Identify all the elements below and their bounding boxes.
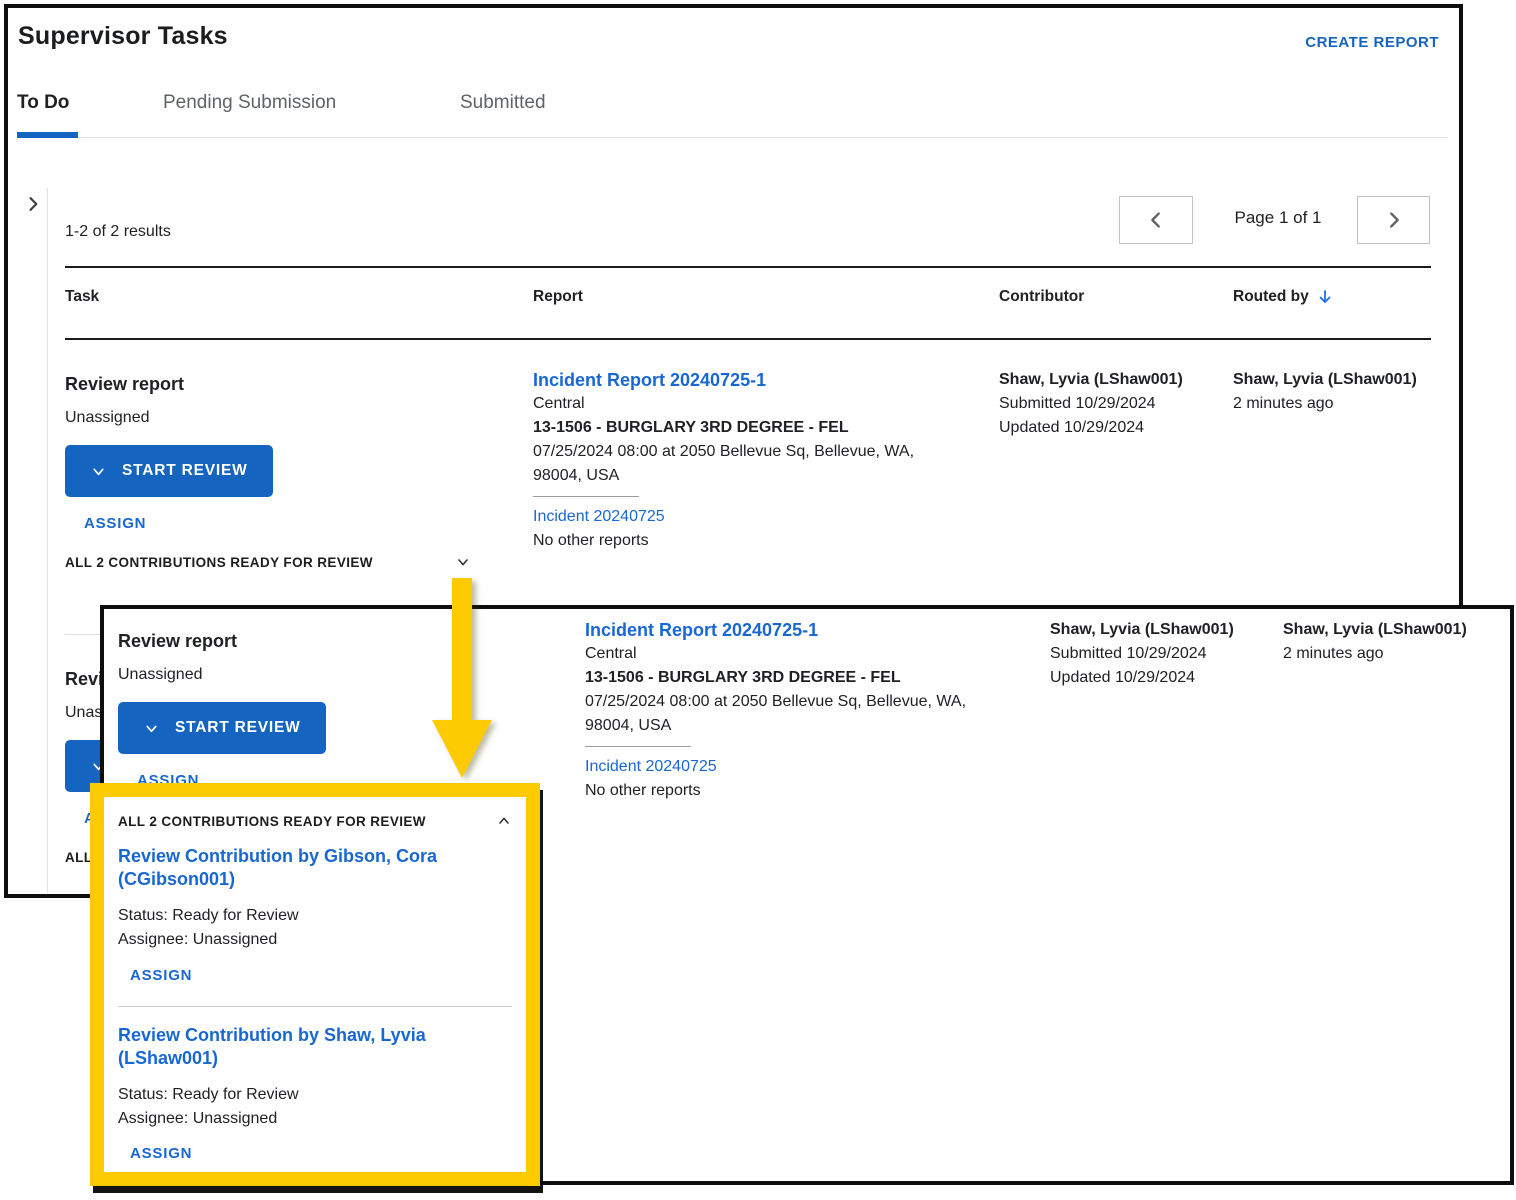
report-other: No other reports	[585, 779, 985, 803]
report-when-where: 07/25/2024 08:00 at 2050 Bellevue Sq, Be…	[533, 440, 933, 488]
chevron-right-icon	[1383, 209, 1405, 231]
routed-by-cell: Shaw, Lyvia (LShaw001) 2 minutes ago	[1233, 368, 1463, 416]
contributions-toggle-label: ALL 2 CONTRIBUTIONS READY FOR REVIEW	[65, 555, 373, 570]
report-title-link[interactable]: Incident Report 20240725-1	[533, 368, 766, 392]
assign-link[interactable]: ASSIGN	[130, 1145, 192, 1162]
contributions-panel: ALL 2 CONTRIBUTIONS READY FOR REVIEW Rev…	[104, 797, 526, 1172]
contribution-status: Status: Ready for Review	[118, 1083, 512, 1107]
incident-link[interactable]: Incident 20240725	[585, 755, 717, 779]
assign-link[interactable]: ASSIGN	[130, 967, 192, 984]
contributor-name: Shaw, Lyvia (LShaw001)	[1050, 618, 1280, 642]
tabs-divider	[17, 137, 1448, 138]
previous-page-button[interactable]	[1119, 196, 1193, 244]
contribution-assignee: Assignee: Unassigned	[118, 1107, 512, 1131]
contributor-submitted: Submitted 10/29/2024	[1050, 642, 1280, 666]
tab-submitted[interactable]: Submitted	[460, 92, 546, 114]
task-assignee: Unassigned	[65, 409, 471, 427]
column-header-routed-by[interactable]: Routed by	[1233, 288, 1333, 306]
column-header-contributor: Contributor	[999, 288, 1084, 306]
contributor-submitted: Submitted 10/29/2024	[999, 392, 1229, 416]
tab-pending-submission[interactable]: Pending Submission	[163, 92, 336, 114]
report-station: Central	[585, 642, 985, 666]
expand-panel-button[interactable]	[23, 194, 43, 214]
table-header-rule	[65, 338, 1431, 340]
chevron-up-icon	[496, 813, 512, 829]
report-station: Central	[533, 392, 933, 416]
page-indicator: Page 1 of 1	[1203, 208, 1353, 228]
assign-link[interactable]: ASSIGN	[84, 515, 146, 532]
active-tab-indicator	[17, 132, 78, 138]
next-page-button[interactable]	[1357, 196, 1430, 244]
start-review-button[interactable]: START REVIEW	[65, 445, 273, 497]
routed-by-cell: Shaw, Lyvia (LShaw001) 2 minutes ago	[1283, 618, 1513, 666]
routed-by-time: 2 minutes ago	[1233, 392, 1463, 416]
contributor-cell: Shaw, Lyvia (LShaw001) Submitted 10/29/2…	[999, 368, 1229, 440]
results-summary: 1-2 of 2 results	[65, 223, 171, 241]
report-title-link[interactable]: Incident Report 20240725-1	[585, 618, 818, 642]
routed-by-name: Shaw, Lyvia (LShaw001)	[1283, 618, 1513, 642]
chevron-down-icon	[90, 463, 107, 480]
chevron-down-icon	[143, 720, 160, 737]
report-other: No other reports	[533, 529, 933, 553]
routed-by-name: Shaw, Lyvia (LShaw001)	[1233, 368, 1463, 392]
routed-by-time: 2 minutes ago	[1283, 642, 1513, 666]
contribution-status: Status: Ready for Review	[118, 904, 512, 928]
routed-by-label: Routed by	[1233, 288, 1309, 306]
create-report-button[interactable]: CREATE REPORT	[1305, 34, 1439, 51]
contributor-updated: Updated 10/29/2024	[1050, 666, 1280, 690]
report-divider	[585, 746, 691, 747]
rail-divider	[47, 188, 48, 893]
contribution-assignee: Assignee: Unassigned	[118, 928, 512, 952]
report-divider	[533, 496, 639, 497]
report-cell: Incident Report 20240725-1 Central 13-15…	[585, 618, 985, 803]
review-contribution-link[interactable]: Review Contribution by Shaw, Lyvia (LSha…	[118, 1024, 498, 1070]
callout-arrow-icon	[425, 570, 505, 785]
review-contribution-link[interactable]: Review Contribution by Gibson, Cora (CGi…	[118, 845, 498, 891]
report-when-where: 07/25/2024 08:00 at 2050 Bellevue Sq, Be…	[585, 690, 985, 738]
start-review-label: START REVIEW	[122, 462, 248, 480]
column-header-report: Report	[533, 288, 583, 306]
contribution-divider	[118, 1006, 512, 1007]
contributor-updated: Updated 10/29/2024	[999, 416, 1229, 440]
page-title: Supervisor Tasks	[18, 22, 228, 51]
incident-link[interactable]: Incident 20240725	[533, 505, 665, 529]
tab-to-do[interactable]: To Do	[17, 92, 69, 114]
task-title: Review report	[65, 373, 471, 395]
screenshot-stage: Supervisor Tasks CREATE REPORT To Do Pen…	[0, 0, 1516, 1200]
chevron-right-icon	[23, 194, 43, 214]
column-header-task: Task	[65, 288, 99, 306]
sort-descending-icon	[1317, 289, 1333, 305]
start-review-button[interactable]: START REVIEW	[118, 702, 326, 754]
contributions-toggle-label: ALL 2 CONTRIBUTIONS READY FOR REVIEW	[118, 814, 426, 829]
table-top-rule	[65, 266, 1431, 268]
report-offense: 13-1506 - BURGLARY 3RD DEGREE - FEL	[585, 666, 985, 690]
contributor-cell: Shaw, Lyvia (LShaw001) Submitted 10/29/2…	[1050, 618, 1280, 690]
chevron-down-icon	[455, 554, 471, 570]
chevron-left-icon	[1145, 209, 1167, 231]
report-cell: Incident Report 20240725-1 Central 13-15…	[533, 368, 933, 553]
start-review-label: START REVIEW	[175, 719, 301, 737]
task-cell: Review report Unassigned START REVIEW AS…	[65, 373, 471, 570]
report-offense: 13-1506 - BURGLARY 3RD DEGREE - FEL	[533, 416, 933, 440]
contributions-toggle[interactable]: ALL 2 CONTRIBUTIONS READY FOR REVIEW	[65, 554, 471, 570]
contributions-toggle-expanded[interactable]: ALL 2 CONTRIBUTIONS READY FOR REVIEW	[118, 813, 512, 829]
contributor-name: Shaw, Lyvia (LShaw001)	[999, 368, 1229, 392]
contributions-highlight-box: ALL 2 CONTRIBUTIONS READY FOR REVIEW Rev…	[90, 783, 540, 1186]
